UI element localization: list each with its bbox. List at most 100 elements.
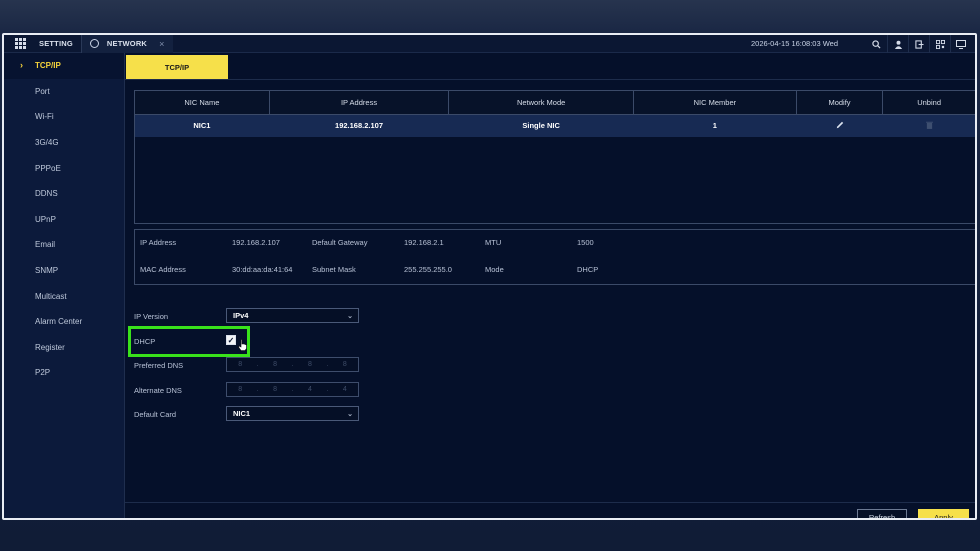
nic-name-cell: NIC1 xyxy=(134,114,270,137)
divider xyxy=(125,79,975,80)
dot: . xyxy=(326,386,329,393)
octet: 8 xyxy=(273,386,278,393)
alternate-dns-input[interactable]: 8. 8. 4. 4 xyxy=(226,382,359,397)
modify-cell xyxy=(796,114,883,137)
octet: 8 xyxy=(307,361,312,368)
search-icon[interactable] xyxy=(866,35,887,53)
octet: 4 xyxy=(307,386,312,393)
default-card-value: NIC1 xyxy=(233,409,251,418)
sidebar-item-upnp[interactable]: UPnP xyxy=(4,207,124,233)
chevron-down-icon: ⌄ xyxy=(347,313,353,320)
unbind-cell xyxy=(882,114,975,137)
toolbar-icons xyxy=(866,35,971,53)
column-header: Modify xyxy=(795,90,884,115)
app-window: SETTING NETWORK × 2026-04-15 16:08:03 We… xyxy=(2,33,977,520)
sidebar-item-email[interactable]: Email xyxy=(4,232,124,258)
hand-cursor-icon xyxy=(238,339,247,354)
qr-icon[interactable] xyxy=(929,35,950,53)
sidebar-item-wifi[interactable]: Wi-Fi xyxy=(4,104,124,130)
subnet-mask-value: 255.255.255.0 xyxy=(404,265,452,274)
tab-network-label: NETWORK xyxy=(106,39,148,48)
dot: . xyxy=(291,361,294,368)
logout-icon[interactable] xyxy=(908,35,929,53)
sidebar-item-label: Multicast xyxy=(35,291,67,301)
sidebar-item-label: DDNS xyxy=(35,189,58,199)
sidebar-item-p2p[interactable]: P2P xyxy=(4,360,124,386)
sidebar-item-ddns[interactable]: DDNS xyxy=(4,181,124,207)
sidebar-item-tcpip[interactable]: › TCP/IP xyxy=(4,53,124,79)
nic-member-cell: 1 xyxy=(633,114,797,137)
octet: 8 xyxy=(238,386,243,393)
octet: 8 xyxy=(342,361,347,368)
mac-address-label: MAC Address xyxy=(140,265,186,274)
ip-address-cell: 192.168.2.107 xyxy=(269,114,449,137)
main-menu-icon[interactable] xyxy=(15,37,27,50)
sidebar-item-label: SNMP xyxy=(35,266,59,276)
sidebar: › TCP/IP Port Wi-Fi 3G/4G PPPoE DDNS UPn… xyxy=(4,53,125,518)
dot: . xyxy=(256,386,259,393)
preferred-dns-label: Preferred DNS xyxy=(134,361,184,370)
column-header: IP Address xyxy=(268,90,450,115)
ip-address-value: 192.168.2.107 xyxy=(232,238,280,247)
default-card-select[interactable]: NIC1 ⌄ xyxy=(226,406,359,421)
octet: 8 xyxy=(273,361,278,368)
sidebar-item-label: Port xyxy=(35,86,50,96)
sidebar-item-pppoe[interactable]: PPPoE xyxy=(4,155,124,181)
sidebar-item-label: Wi-Fi xyxy=(35,112,54,122)
highlight-box xyxy=(128,326,250,357)
tab-setting[interactable]: SETTING xyxy=(31,35,82,53)
sidebar-item-label: Register xyxy=(35,342,65,352)
default-card-label: Default Card xyxy=(134,410,177,419)
dot: . xyxy=(256,361,259,368)
close-icon[interactable]: × xyxy=(159,39,164,49)
globe-icon xyxy=(89,39,99,48)
monitor-icon[interactable] xyxy=(950,35,971,53)
chevron-right-icon: › xyxy=(20,60,23,70)
apply-button[interactable]: Apply xyxy=(918,509,969,518)
sidebar-item-snmp[interactable]: SNMP xyxy=(4,258,124,284)
dot: . xyxy=(291,386,294,393)
ip-version-select[interactable]: IPv4 ⌄ xyxy=(226,308,359,323)
sidebar-item-label: Alarm Center xyxy=(35,317,83,327)
table-row[interactable]: NIC1 192.168.2.107 Single NIC 1 xyxy=(134,114,975,137)
sidebar-item-register[interactable]: Register xyxy=(4,335,124,361)
sidebar-item-label: 3G/4G xyxy=(35,138,59,148)
column-header: Network Mode xyxy=(448,90,634,115)
datetime: 2026-04-15 16:08:03 Wed xyxy=(751,39,839,48)
nic-table: NIC Name IP Address Network Mode NIC Mem… xyxy=(134,90,975,137)
sidebar-item-label: P2P xyxy=(35,368,51,378)
table-header-row: NIC Name IP Address Network Mode NIC Mem… xyxy=(134,90,975,115)
sidebar-item-label: UPnP xyxy=(35,214,56,224)
gateway-label: Default Gateway xyxy=(312,238,368,247)
subtab-tcpip[interactable]: TCP/IP xyxy=(126,55,228,79)
mtu-value: 1500 xyxy=(577,238,594,247)
mac-address-value: 30:dd:aa:da:41:64 xyxy=(232,265,293,274)
ip-address-label: IP Address xyxy=(140,238,177,247)
refresh-button[interactable]: Refresh xyxy=(857,509,907,518)
user-icon[interactable] xyxy=(887,35,908,53)
sidebar-item-label: PPPoE xyxy=(35,163,61,173)
nic-info-panel: IP Address 192.168.2.107 Default Gateway… xyxy=(134,229,975,285)
octet: 4 xyxy=(342,386,347,393)
dot: . xyxy=(326,361,329,368)
chevron-down-icon: ⌄ xyxy=(347,411,353,418)
network-mode-cell: Single NIC xyxy=(448,114,634,137)
mode-label: Mode xyxy=(485,265,504,274)
sidebar-item-alarm-center[interactable]: Alarm Center xyxy=(4,309,124,335)
ip-version-label: IP Version xyxy=(134,312,169,321)
divider xyxy=(125,502,975,503)
sidebar-item-multicast[interactable]: Multicast xyxy=(4,283,124,309)
column-header: NIC Name xyxy=(134,90,270,115)
octet: 8 xyxy=(238,361,243,368)
gateway-value: 192.168.2.1 xyxy=(404,238,444,247)
sidebar-item-3g4g[interactable]: 3G/4G xyxy=(4,130,124,156)
top-bar: SETTING NETWORK × 2026-04-15 16:08:03 We… xyxy=(4,35,975,53)
subnet-mask-label: Subnet Mask xyxy=(312,265,356,274)
tab-network[interactable]: NETWORK × xyxy=(81,35,173,53)
pencil-icon[interactable] xyxy=(836,121,844,131)
sidebar-item-port[interactable]: Port xyxy=(4,79,124,105)
preferred-dns-input[interactable]: 8. 8. 8. 8 xyxy=(226,357,359,372)
alternate-dns-label: Alternate DNS xyxy=(134,386,182,395)
main-content: TCP/IP NIC Name IP Address Network Mode … xyxy=(125,53,975,518)
tab-setting-label: SETTING xyxy=(39,39,73,48)
